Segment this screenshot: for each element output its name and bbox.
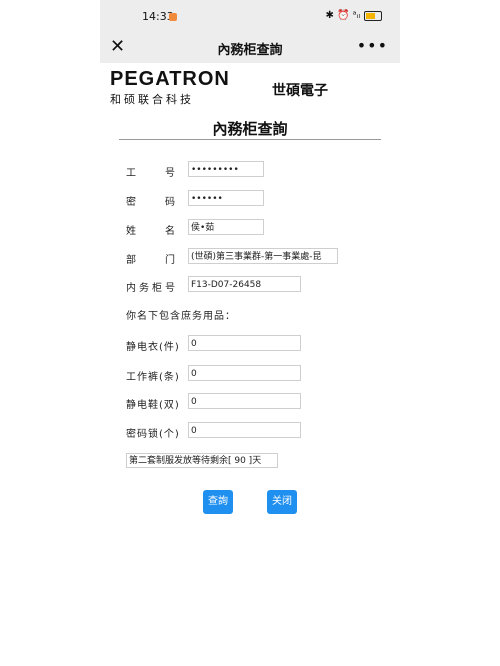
password-input[interactable]: ••••••: [188, 190, 264, 206]
item-row: 静电鞋(双): [126, 396, 188, 411]
supplies-heading: 你名下包含庶务用品：: [126, 311, 236, 322]
item-row: 密码锁(个): [126, 425, 188, 440]
nav-title: 內務柜查詢: [217, 43, 283, 58]
field-label: 密 码: [126, 197, 178, 208]
field-row-dept: 部 门: [126, 251, 188, 266]
locker-number-field: F13-D07-26458: [188, 276, 301, 292]
query-button[interactable]: 查詢: [203, 490, 233, 514]
pegatron-logo: PEGATRON: [110, 68, 230, 90]
field-row-id: 工 号: [126, 164, 188, 179]
work-pants-count: 0: [188, 365, 301, 381]
field-row-password: 密 码: [126, 193, 188, 208]
pegatron-logo-cn: 和硕联合科技: [110, 93, 194, 106]
combination-lock-count: 0: [188, 422, 301, 438]
field-label: 部 门: [126, 255, 178, 266]
item-label: 静电衣(件): [126, 342, 180, 353]
field-label: 内务柜号: [126, 283, 178, 294]
more-icon[interactable]: •••: [357, 36, 388, 55]
item-row: 静电衣(件): [126, 338, 188, 353]
field-label: 工 号: [126, 168, 178, 179]
field-label: 姓 名: [126, 226, 178, 237]
status-icons-text: ✱ ⏰ ᵃᵢₗ: [325, 10, 360, 21]
title-divider: [119, 139, 381, 140]
field-row-locker: 内务柜号: [126, 279, 188, 294]
company-name: 世碩電子: [272, 83, 328, 99]
antistatic-shoes-count: 0: [188, 393, 301, 409]
item-label: 静电鞋(双): [126, 400, 180, 411]
form-title: 內務柜查詢: [212, 120, 288, 138]
antistatic-coat-count: 0: [188, 335, 301, 351]
employee-id-input[interactable]: •••••••••: [188, 161, 264, 177]
uniform-remaining-note: 第二套制服发放等待剩余[ 90 ]天: [126, 453, 278, 468]
nav-bar: ✕ 內務柜查詢 •••: [100, 33, 400, 63]
phone-screen: 14:33 ✱ ⏰ ᵃᵢₗ ✕ 內務柜查詢 ••• PEGATRON 和硕联合科…: [100, 0, 400, 666]
department-field: (世碩)第三事業群-第一事業處-昆: [188, 248, 338, 264]
status-icons: ✱ ⏰ ᵃᵢₗ: [325, 10, 382, 21]
item-row: 工作裤(条): [126, 368, 188, 383]
close-button[interactable]: 关闭: [267, 490, 297, 514]
name-field: 侯•茹: [188, 219, 264, 235]
battery-icon: [364, 10, 382, 21]
field-row-name: 姓 名: [126, 222, 188, 237]
item-label: 工作裤(条): [126, 372, 180, 383]
status-bar: 14:33 ✱ ⏰ ᵃᵢₗ: [100, 0, 400, 33]
item-label: 密码锁(个): [126, 429, 180, 440]
notification-badge: [169, 13, 177, 21]
